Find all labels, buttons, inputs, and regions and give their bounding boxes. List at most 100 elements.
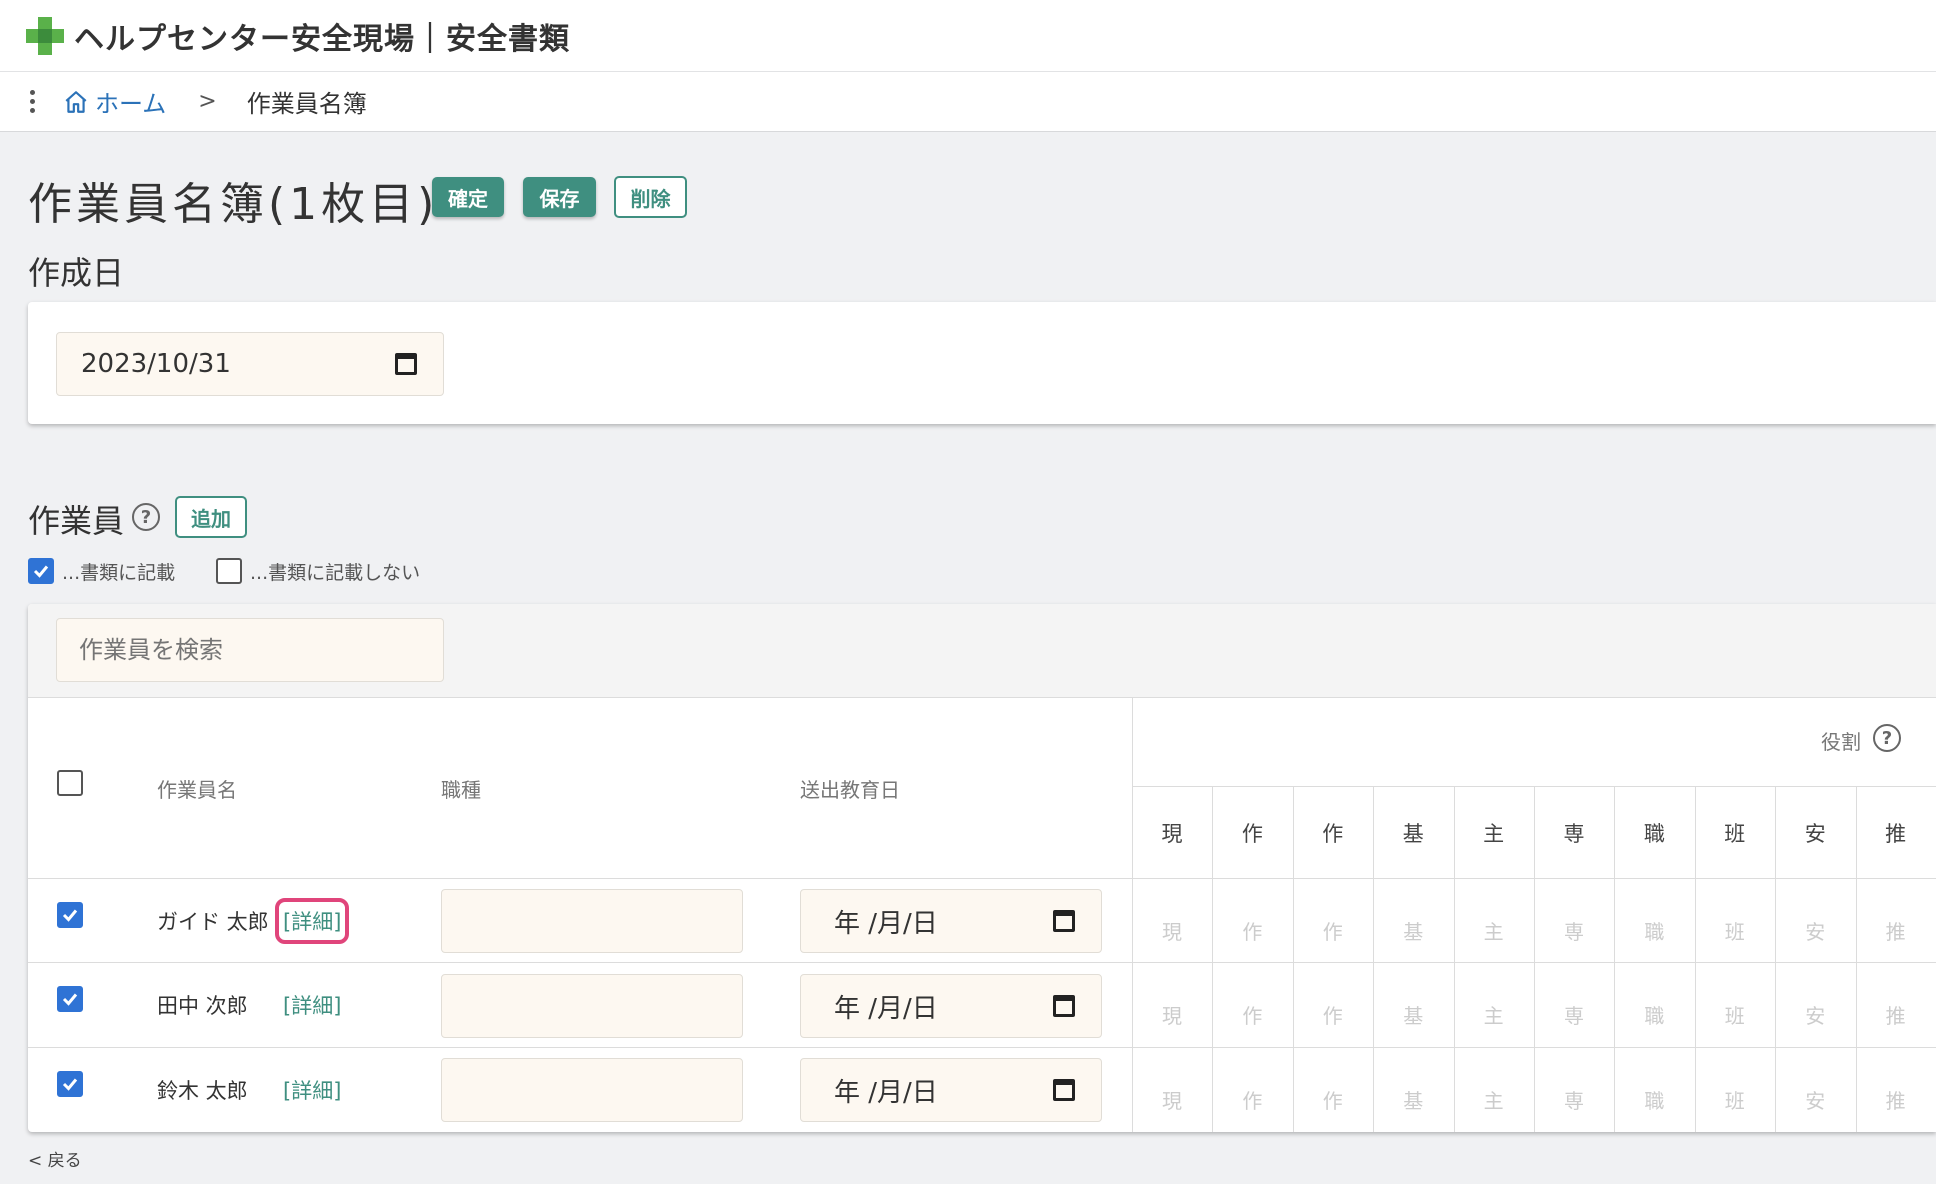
role-toggle[interactable]: 推 [1856, 916, 1936, 945]
role-column-divider [1212, 786, 1213, 1132]
worker-row-checkbox[interactable] [57, 986, 83, 1012]
role-header: 作 [1241, 822, 1263, 846]
role-toggle[interactable]: 安 [1775, 1000, 1855, 1029]
job-input[interactable] [441, 1058, 743, 1122]
role-toggle[interactable]: 専 [1534, 1085, 1614, 1114]
worker-name: 田中 次郎 [157, 994, 248, 1018]
worker-detail-link[interactable]: [詳細] [283, 990, 341, 1020]
role-toggle[interactable]: 職 [1614, 1085, 1694, 1114]
role-header: 班 [1724, 822, 1746, 846]
job-input[interactable] [441, 889, 743, 953]
role-toggle[interactable]: 職 [1614, 916, 1694, 945]
role-toggle[interactable]: 安 [1775, 1085, 1855, 1114]
role-toggle[interactable]: 班 [1695, 916, 1775, 945]
role-column-divider [1293, 786, 1294, 1132]
creation-date-value: 2023/10/31 [81, 349, 231, 379]
role-toggle[interactable]: 職 [1614, 1000, 1694, 1029]
roles-help-icon[interactable]: ? [1873, 724, 1901, 752]
role-toggle[interactable]: 作 [1293, 1085, 1373, 1114]
role-header: 作 [1322, 822, 1344, 846]
role-toggle[interactable]: 主 [1454, 1085, 1534, 1114]
row-divider [28, 1047, 1936, 1048]
role-toggle[interactable]: 現 [1132, 916, 1212, 945]
role-toggle[interactable]: 作 [1212, 1000, 1292, 1029]
plus-logo-icon [26, 16, 64, 55]
education-date-input[interactable]: 年 /月/日 [800, 889, 1102, 953]
worker-name: 鈴木 太郎 [157, 1079, 248, 1103]
role-toggle[interactable]: 班 [1695, 1085, 1775, 1114]
role-toggle[interactable]: 安 [1775, 916, 1855, 945]
role-toggle[interactable]: 現 [1132, 1000, 1212, 1029]
delete-button[interactable]: 削除 [614, 176, 687, 218]
role-header: 推 [1885, 822, 1907, 846]
role-toggle[interactable]: 作 [1293, 1000, 1373, 1029]
calendar-icon[interactable] [1053, 995, 1075, 1017]
role-toggle[interactable]: 作 [1212, 1085, 1292, 1114]
calendar-icon[interactable] [1053, 910, 1075, 932]
creation-date-card: 2023/10/31 [28, 302, 1936, 424]
help-icon[interactable]: ? [132, 503, 160, 531]
role-column-divider [1856, 786, 1857, 1132]
save-button[interactable]: 保存 [523, 177, 596, 217]
role-toggle[interactable]: 専 [1534, 1000, 1614, 1029]
job-input[interactable] [441, 974, 743, 1038]
legend-checked-checkbox-icon [28, 558, 54, 584]
education-date-value: 年 /月/日 [834, 908, 938, 939]
worker-detail-link[interactable]: [詳細] [274, 898, 350, 944]
worker-search-input[interactable] [56, 618, 444, 682]
role-toggle[interactable]: 班 [1695, 1000, 1775, 1029]
app-header: ヘルプセンター安全現場｜安全書類 [0, 0, 1936, 72]
confirm-button[interactable]: 確定 [432, 177, 504, 217]
worker-detail-link[interactable]: [詳細] [283, 1075, 341, 1105]
column-header-name: 作業員名 [157, 778, 237, 802]
role-toggle[interactable]: 推 [1856, 1085, 1936, 1114]
back-link[interactable]: < 戻る [28, 1146, 82, 1171]
legend-unchecked-checkbox-icon [216, 558, 242, 584]
select-all-checkbox[interactable] [57, 770, 83, 796]
breadcrumb: ホーム > 作業員名簿 [0, 72, 1936, 132]
breadcrumb-separator: > [198, 89, 217, 114]
column-header-job: 職種 [441, 778, 481, 802]
education-date-input[interactable]: 年 /月/日 [800, 974, 1102, 1038]
role-toggle[interactable]: 作 [1212, 916, 1292, 945]
role-toggle[interactable]: 基 [1373, 916, 1453, 945]
workers-table-card: 作業員名 職種 送出教育日 役割 ? 現作作基主専職班安推 ガイド 太郎 [詳細… [28, 604, 1936, 1132]
role-header: 専 [1563, 822, 1585, 846]
breadcrumb-home-label: ホーム [95, 90, 167, 118]
education-date-value: 年 /月/日 [834, 1077, 938, 1108]
page-title: 作業員名簿(1枚目) [28, 179, 439, 230]
role-column-divider [1454, 786, 1455, 1132]
worker-row-checkbox[interactable] [57, 1071, 83, 1097]
calendar-icon[interactable] [395, 353, 417, 375]
app-title: ヘルプセンター安全現場｜安全書類 [74, 21, 570, 57]
worker-name: ガイド 太郎 [157, 910, 269, 934]
creation-date-input[interactable]: 2023/10/31 [56, 332, 444, 396]
role-toggle[interactable]: 専 [1534, 916, 1614, 945]
role-toggle[interactable]: 主 [1454, 916, 1534, 945]
kebab-menu-icon[interactable] [30, 90, 35, 113]
role-header: 職 [1643, 822, 1665, 846]
search-band [28, 604, 1936, 698]
creation-date-label: 作成日 [28, 254, 125, 292]
breadcrumb-home-link[interactable]: ホーム [63, 84, 166, 119]
role-column-divider [1534, 786, 1535, 1132]
role-toggle[interactable]: 推 [1856, 1000, 1936, 1029]
breadcrumb-current: 作業員名簿 [246, 90, 367, 118]
role-toggle[interactable]: 作 [1293, 916, 1373, 945]
role-toggle[interactable]: 現 [1132, 1085, 1212, 1114]
column-header-education-date: 送出教育日 [800, 778, 900, 802]
role-toggle[interactable]: 主 [1454, 1000, 1534, 1029]
role-header: 安 [1804, 822, 1826, 846]
add-worker-button[interactable]: 追加 [175, 496, 247, 538]
row-divider [28, 878, 1936, 879]
worker-row-checkbox[interactable] [57, 902, 83, 928]
role-toggle[interactable]: 基 [1373, 1000, 1453, 1029]
role-divider [1132, 698, 1133, 1132]
education-date-input[interactable]: 年 /月/日 [800, 1058, 1102, 1122]
role-column-divider [1373, 786, 1374, 1132]
role-column-divider [1695, 786, 1696, 1132]
role-toggle[interactable]: 基 [1373, 1085, 1453, 1114]
role-header: 基 [1402, 822, 1424, 846]
legend-unchecked-label: ...書類に記載しない [250, 562, 421, 584]
calendar-icon[interactable] [1053, 1079, 1075, 1101]
